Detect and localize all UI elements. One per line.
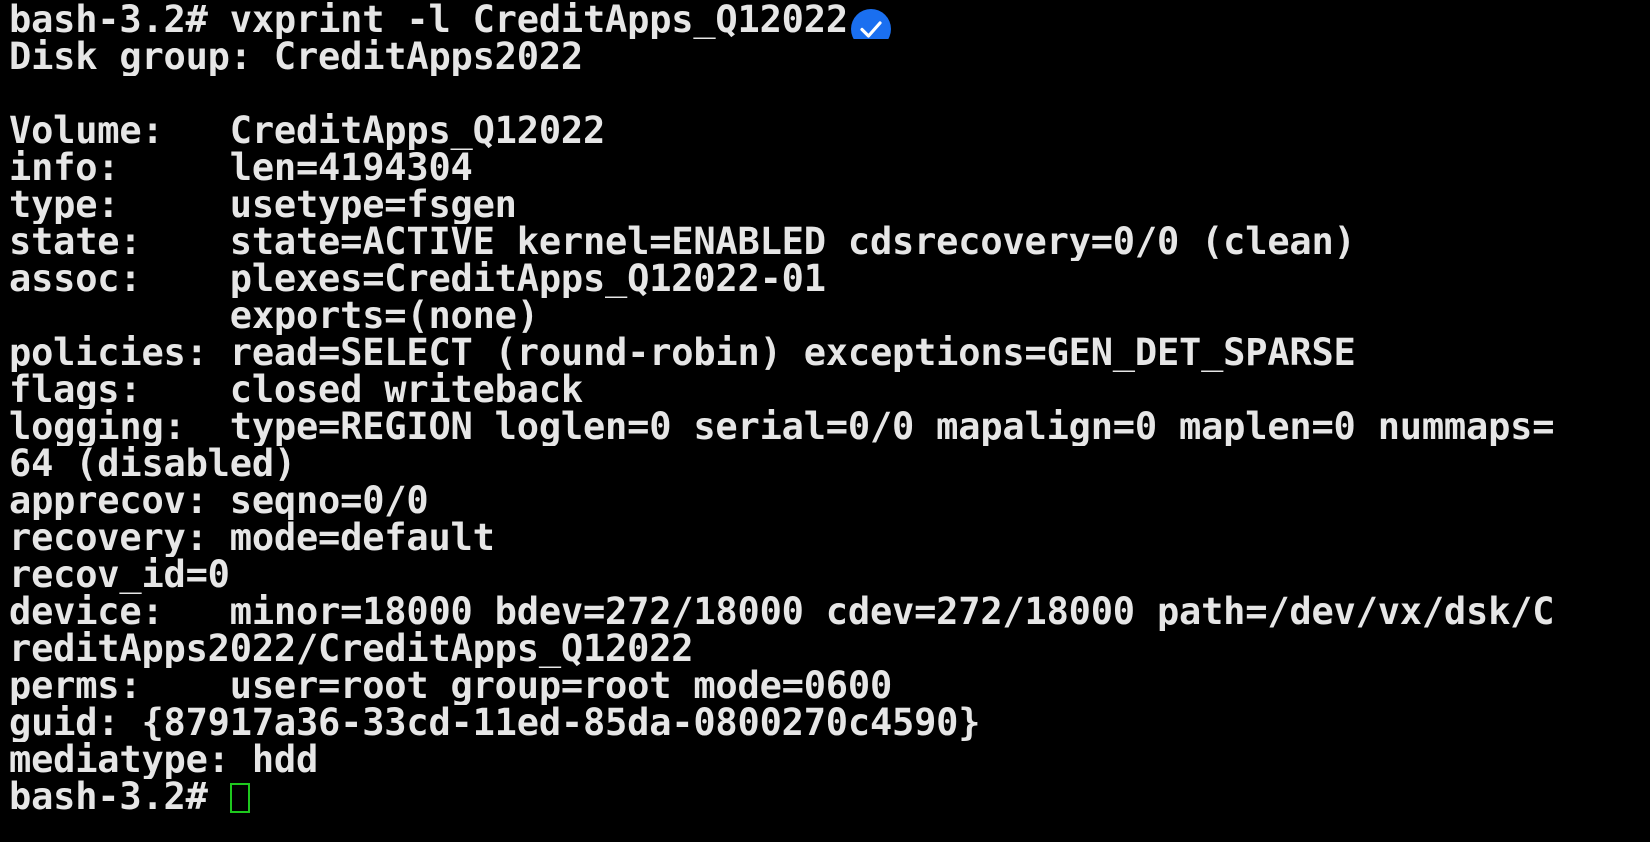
terminal-window[interactable]: bash-3.2# vxprint -l CreditApps_Q12022 D… — [0, 0, 1650, 842]
output-line: reditApps2022/CreditApps_Q12022 — [9, 631, 694, 668]
output-line: perms: user=root group=root mode=0600 — [9, 668, 893, 705]
output-line: logging: type=REGION loglen=0 serial=0/0… — [9, 409, 1555, 446]
output-line: Volume: CreditApps_Q12022 — [9, 113, 606, 150]
output-line: Disk group: CreditApps2022 — [9, 39, 583, 76]
verified-check-icon — [850, 9, 891, 39]
output-line: device: minor=18000 bdev=272/18000 cdev=… — [9, 594, 1555, 631]
output-line: flags: closed writeback — [9, 372, 583, 409]
text-cursor[interactable] — [229, 783, 250, 813]
output-line: guid: {87917a36-33cd-11ed-85da-0800270c4… — [9, 705, 981, 742]
output-line: exports=(none) — [9, 298, 539, 335]
command-text: vxprint -l CreditApps_Q12022 — [229, 2, 848, 39]
output-line: info: len=4194304 — [9, 150, 473, 187]
input-line[interactable]: bash-3.2# — [9, 779, 1650, 816]
command-line: bash-3.2# vxprint -l CreditApps_Q12022 — [9, 2, 1650, 39]
output-line: recovery: mode=default — [9, 520, 495, 557]
output-line: assoc: plexes=CreditApps_Q12022-01 — [9, 261, 826, 298]
output-line: type: usetype=fsgen — [9, 187, 517, 224]
output-line: mediatype: hdd — [9, 742, 319, 779]
shell-prompt: bash-3.2# — [9, 779, 230, 816]
output-line: 64 (disabled) — [9, 446, 296, 483]
output-line: policies: read=SELECT (round-robin) exce… — [9, 335, 1356, 372]
output-line: state: state=ACTIVE kernel=ENABLED cdsre… — [9, 224, 1356, 261]
shell-prompt: bash-3.2# — [9, 2, 230, 39]
output-line: apprecov: seqno=0/0 — [9, 483, 429, 520]
output-line: recov_id=0 — [9, 557, 230, 594]
